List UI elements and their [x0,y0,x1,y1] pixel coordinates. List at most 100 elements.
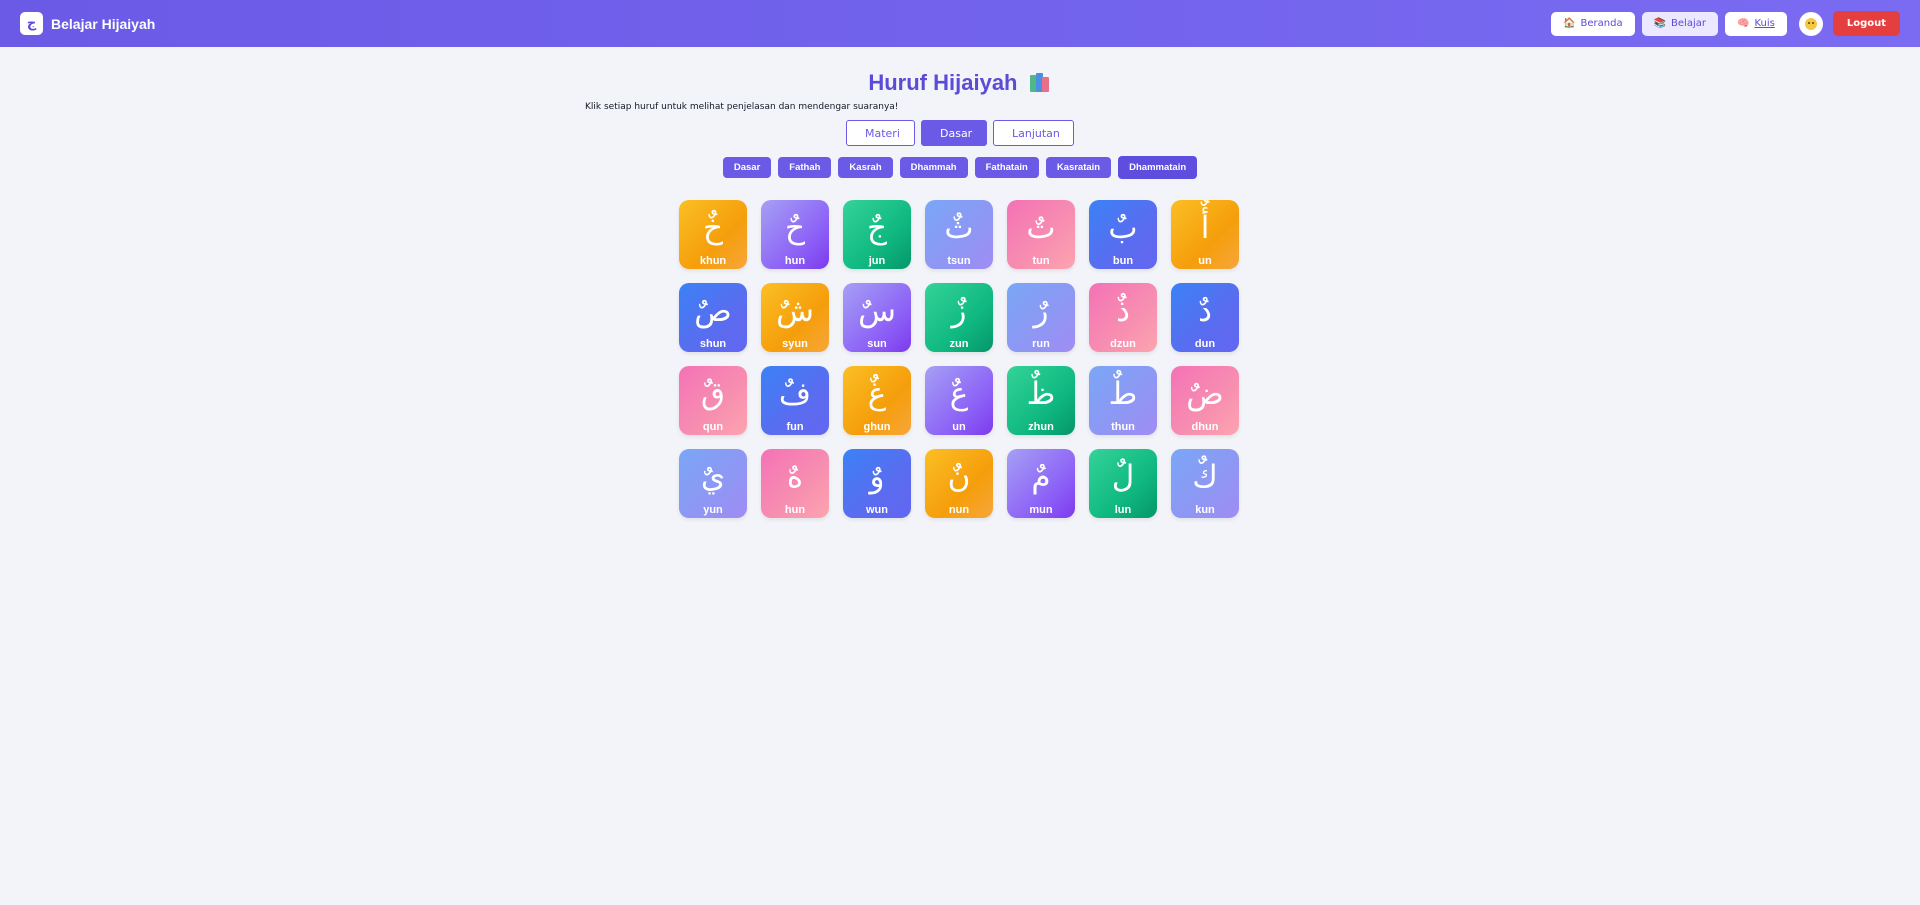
letter-card[interactable]: جٌ jun [843,200,911,269]
letter-latin: hun [784,255,806,267]
nav-links: 🏠 Beranda 📚 Belajar 🧠 Kuis Logout [1551,11,1900,36]
letter-latin: khun [699,255,727,267]
letter-glyph: تٌ [1026,210,1056,246]
letter-card[interactable]: زٌ zun [925,283,993,352]
letter-card[interactable]: يٌ yun [679,449,747,518]
nav-kuis-link[interactable]: 🧠 Kuis [1724,11,1787,36]
letter-latin: shun [699,338,727,350]
page-title: Huruf Hijaiyah [0,70,1920,96]
letter-glyph: ذٌ [1116,293,1130,329]
letter-latin: lun [1114,504,1132,516]
filter-kasratain[interactable]: Kasratain [1045,157,1112,178]
letter-card[interactable]: صٌ shun [679,283,747,352]
brand[interactable]: ج Belajar Hijaiyah [20,12,155,35]
letter-card[interactable]: شٌ syun [761,283,829,352]
letter-card[interactable]: لٌ lun [1089,449,1157,518]
brain-icon: 🧠 [1736,18,1750,29]
letter-grid: خٌ khun حٌ hun جٌ jun ثٌ tsun تٌ tun بٌ bun أٌ un صٌ sh… [679,200,1239,518]
home-icon: 🏠 [1563,18,1576,29]
letter-glyph: بٌ [1108,210,1138,246]
nav-kuis-label: Kuis [1754,18,1775,29]
letter-card[interactable]: دٌ dun [1171,283,1239,352]
letter-card[interactable]: رٌ run [1007,283,1075,352]
letter-glyph: أٌ [1200,210,1210,246]
letter-card[interactable]: طٌ thun [1089,366,1157,435]
tab-lanjutan[interactable]: Lanjutan [993,120,1074,146]
letter-latin: fun [786,421,804,433]
letter-card[interactable]: غٌ ghun [843,366,911,435]
filter-fathatain[interactable]: Fathatain [974,157,1039,178]
nav-belajar-link[interactable]: 📚 Belajar [1641,11,1718,36]
letter-latin: qun [702,421,724,433]
letter-glyph: جٌ [866,210,887,246]
tab-materi[interactable]: Materi [846,120,915,146]
letter-glyph: ظٌ [1026,376,1056,412]
letter-glyph: يٌ [700,459,726,495]
letter-latin: mun [1029,504,1053,516]
letter-glyph: قٌ [700,376,726,412]
letter-glyph: هٌ [786,459,804,495]
letter-card[interactable]: ذٌ dzun [1089,283,1157,352]
letter-latin: nun [948,504,970,516]
letter-card[interactable]: قٌ qun [679,366,747,435]
letter-card[interactable]: ضٌ dhun [1171,366,1239,435]
letter-card[interactable]: كٌ kun [1171,449,1239,518]
letter-glyph: فٌ [778,376,812,412]
letter-card[interactable]: سٌ sun [843,283,911,352]
letter-card[interactable]: عٌ un [925,366,993,435]
letter-latin: hun [784,504,806,516]
letter-card[interactable]: ثٌ tsun [925,200,993,269]
letter-glyph: نٌ [947,459,971,495]
letter-latin: dun [1194,338,1216,350]
letter-latin: yun [703,504,723,516]
navbar: ج Belajar Hijaiyah 🏠 Beranda 📚 Belajar 🧠… [0,0,1920,47]
nav-beranda-link[interactable]: 🏠 Beranda [1551,11,1635,36]
letter-glyph: خٌ [702,210,723,246]
letter-card[interactable]: فٌ fun [761,366,829,435]
letter-card[interactable]: نٌ nun [925,449,993,518]
letter-glyph: صٌ [694,293,732,329]
letter-latin: syun [782,338,808,350]
letter-card[interactable]: وٌ wun [843,449,911,518]
filter-fathah[interactable]: Fathah [778,157,832,178]
letter-card[interactable]: خٌ khun [679,200,747,269]
letter-latin: wun [866,504,888,516]
filter-kasrah[interactable]: Kasrah [838,157,893,178]
letter-latin: un [1198,255,1212,267]
letter-glyph: سٌ [858,293,896,329]
letter-latin: un [952,421,966,433]
letter-glyph: ثٌ [944,210,974,246]
letter-glyph: كٌ [1192,459,1218,495]
letter-latin: thun [1111,421,1135,433]
letter-latin: tun [1032,255,1050,267]
letter-latin: kun [1195,504,1215,516]
letter-card[interactable]: تٌ tun [1007,200,1075,269]
logout-button[interactable]: Logout [1832,11,1900,36]
letter-card[interactable]: بٌ bun [1089,200,1157,269]
letter-glyph: دٌ [1198,293,1212,329]
letter-latin: jun [868,255,886,267]
letter-card[interactable]: ظٌ zhun [1007,366,1075,435]
letter-card[interactable]: حٌ hun [761,200,829,269]
filter-dasar[interactable]: Dasar [722,157,772,178]
letter-glyph: ضٌ [1186,376,1224,412]
letter-card[interactable]: أٌ un [1171,200,1239,269]
page-subtitle: Klik setiap huruf untuk melihat penjelas… [585,102,899,112]
nav-belajar-label: Belajar [1671,18,1706,29]
letter-latin: run [1032,338,1050,350]
letter-glyph: عٌ [949,376,969,412]
letter-glyph: غٌ [867,376,887,412]
letter-glyph: رٌ [1033,293,1049,329]
filter-dhammatain[interactable]: Dhammatain [1118,156,1198,179]
avatar[interactable] [1798,11,1823,36]
letter-card[interactable]: هٌ hun [761,449,829,518]
letter-latin: ghun [863,421,891,433]
letter-glyph: حٌ [784,210,805,246]
filter-dhammah[interactable]: Dhammah [899,157,968,178]
letter-card[interactable]: مٌ mun [1007,449,1075,518]
smiley-face-icon [1804,17,1817,30]
tab-dasar[interactable]: Dasar [921,120,987,146]
letter-glyph: طٌ [1108,376,1138,412]
nav-beranda-label: Beranda [1580,18,1623,29]
letter-latin: bun [1112,255,1134,267]
